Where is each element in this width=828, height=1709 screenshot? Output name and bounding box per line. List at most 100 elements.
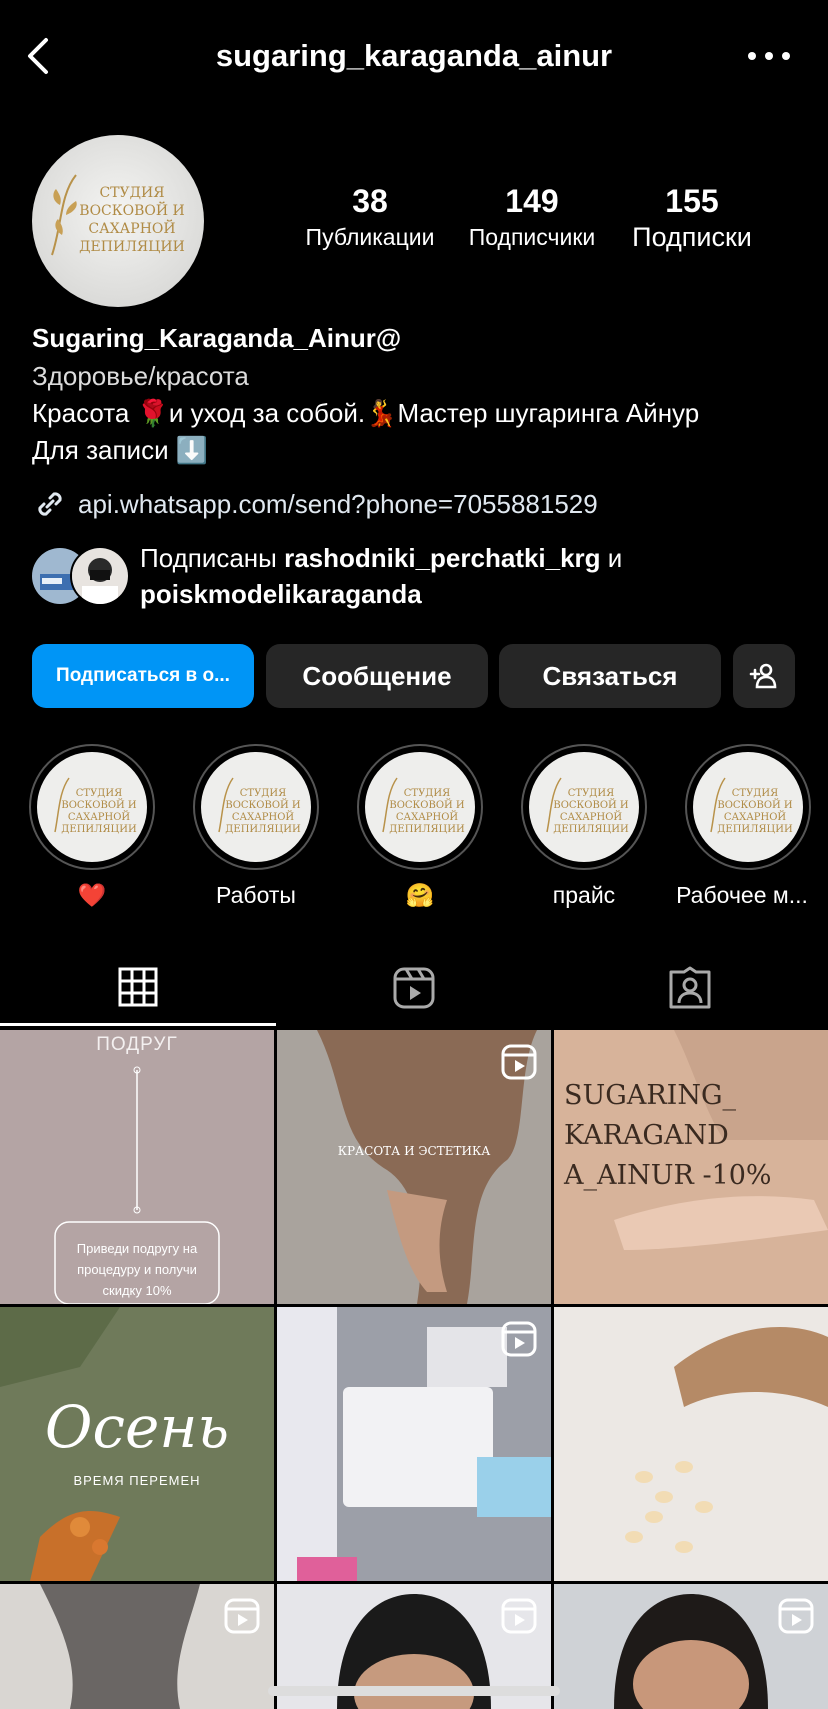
stat-followers-count: 149: [505, 183, 559, 219]
mutual-followers[interactable]: Подписаны rashodniki_perchatki_krg и poi…: [30, 540, 810, 610]
post-caption: SUGARING_ KARAGAND A_AINUR -10%: [564, 1080, 772, 1191]
svg-text:СТУДИЯ: СТУДИЯ: [76, 788, 122, 799]
svg-text:ДЕПИЛЯЦИИ: ДЕПИЛЯЦИИ: [717, 824, 793, 835]
reels-icon: [393, 967, 435, 1009]
more-options-icon[interactable]: [744, 44, 794, 68]
stat-posts-count: 38: [352, 183, 388, 219]
post-tile[interactable]: Осень ВРЕМЯ ПЕРЕМЕН: [0, 1307, 274, 1581]
svg-text:СТУДИЯ: СТУДИЯ: [732, 788, 778, 799]
svg-text:ВОСКОВОЙ И: ВОСКОВОЙ И: [79, 200, 184, 219]
highlight-ring: СТУДИЯ ВОСКОВОЙ И САХАРНОЙ ДЕПИЛЯЦИИ: [29, 744, 155, 870]
highlight-4[interactable]: СТУДИЯ ВОСКОВОЙ И САХАРНОЙ ДЕПИЛЯЦИИ прайс: [519, 744, 649, 910]
studio-logo-image: СТУДИЯ ВОСКОВОЙ И САХАРНОЙ ДЕПИЛЯЦИИ: [32, 135, 204, 307]
post-tile[interactable]: SUGARING_ KARAGAND A_AINUR -10%: [554, 1030, 828, 1304]
svg-text:СТУДИЯ: СТУДИЯ: [99, 185, 164, 201]
highlight-3[interactable]: СТУДИЯ ВОСКОВОЙ И САХАРНОЙ ДЕПИЛЯЦИИ 🤗: [355, 744, 485, 910]
add-person-icon: [749, 663, 777, 689]
link-icon: [38, 492, 62, 516]
highlight-1[interactable]: СТУДИЯ ВОСКОВОЙ И САХАРНОЙ ДЕПИЛЯЦИИ ❤️: [27, 744, 157, 910]
profile-bio-line-2: Для записи ⬇️: [32, 435, 209, 465]
follow-button[interactable]: Подписаться в о...: [32, 644, 254, 708]
message-button[interactable]: Сообщение: [266, 644, 488, 708]
svg-text:СТУДИЯ: СТУДИЯ: [240, 788, 286, 799]
svg-text:ДЕПИЛЯЦИИ: ДЕПИЛЯЦИИ: [225, 824, 301, 835]
svg-text:ВОСКОВОЙ И: ВОСКОВОЙ И: [225, 799, 301, 811]
mutual-user-2[interactable]: poiskmodelikaraganda: [140, 579, 422, 609]
post-tile[interactable]: ПОДРУГ Приведи подругу на процедуру и по…: [0, 1030, 274, 1304]
profile-username-title: sugaring_karaganda_ainur: [215, 38, 613, 73]
home-indicator[interactable]: [268, 1686, 560, 1696]
grid-icon: [118, 967, 158, 1006]
post-caption-title: ПОДРУГ: [96, 1034, 178, 1055]
tab-posts-grid[interactable]: [0, 950, 276, 1026]
highlight-ring: СТУДИЯ ВОСКОВОЙ И САХАРНОЙ ДЕПИЛЯЦИИ: [685, 744, 811, 870]
svg-text:САХАРНОЙ: САХАРНОЙ: [232, 811, 295, 823]
post-caption: КРАСОТА И ЭСТЕТИКА: [337, 1144, 491, 1158]
highlight-ring: СТУДИЯ ВОСКОВОЙ И САХАРНОЙ ДЕПИЛЯЦИИ: [521, 744, 647, 870]
highlight-label: ❤️: [77, 882, 107, 908]
svg-text:ВОСКОВОЙ И: ВОСКОВОЙ И: [553, 799, 629, 811]
svg-text:ДЕПИЛЯЦИИ: ДЕПИЛЯЦИИ: [79, 239, 185, 255]
svg-text:САХАРНОЙ: САХАРНОЙ: [724, 811, 787, 823]
svg-text:ДЕПИЛЯЦИИ: ДЕПИЛЯЦИИ: [61, 824, 137, 835]
stat-followers[interactable]: 149 Подписчики: [452, 182, 612, 254]
stat-following[interactable]: 155 Подписки: [612, 182, 772, 254]
svg-text:САХАРНОЙ: САХАРНОЙ: [396, 811, 459, 823]
stat-followers-label: Подписчики: [468, 224, 596, 250]
highlight-label: прайс: [552, 882, 616, 908]
post-caption-offer: Приведи подругу на процедуру и получи ск…: [76, 1241, 198, 1298]
contact-button[interactable]: Связаться: [499, 644, 721, 708]
reel-indicator-icon: [501, 1044, 537, 1080]
mutual-followers-text: Подписаны rashodniki_perchatki_krg и poi…: [140, 540, 622, 612]
tab-reels[interactable]: [276, 950, 552, 1026]
post-tile[interactable]: [554, 1584, 828, 1709]
profile-display-name: Sugaring_Karaganda_Ainur@: [32, 323, 402, 353]
post-tile[interactable]: КРАСОТА И ЭСТЕТИКА: [277, 1030, 551, 1304]
svg-text:САХАРНОЙ: САХАРНОЙ: [68, 811, 131, 823]
svg-text:ВОСКОВОЙ И: ВОСКОВОЙ И: [389, 799, 465, 811]
post-caption-small: ВРЕМЯ ПЕРЕМЕН: [73, 1473, 201, 1488]
svg-text:САХАРНОЙ: САХАРНОЙ: [560, 811, 623, 823]
post-caption-large: Осень: [44, 1393, 230, 1461]
reel-indicator-icon: [501, 1321, 537, 1357]
post-tile[interactable]: [0, 1584, 274, 1709]
svg-text:САХАРНОЙ: САХАРНОЙ: [88, 218, 175, 237]
highlight-label: Рабочее м...: [676, 882, 808, 908]
mutual-user-1[interactable]: rashodniki_perchatki_krg: [284, 543, 600, 573]
tab-tagged[interactable]: [552, 950, 828, 1026]
highlight-label: 🤗: [405, 882, 435, 908]
profile-link[interactable]: api.whatsapp.com/send?phone=7055881529: [32, 486, 598, 522]
highlight-2[interactable]: СТУДИЯ ВОСКОВОЙ И САХАРНОЙ ДЕПИЛЯЦИИ Работы: [191, 744, 321, 910]
highlight-logo-image: СТУДИЯ ВОСКОВОЙ И САХАРНОЙ ДЕПИЛЯЦИИ: [529, 752, 639, 862]
post-tile[interactable]: [554, 1307, 828, 1581]
highlight-logo-image: СТУДИЯ ВОСКОВОЙ И САХАРНОЙ ДЕПИЛЯЦИИ: [693, 752, 803, 862]
mutual-prefix: Подписаны: [140, 543, 285, 573]
highlight-logo-image: СТУДИЯ ВОСКОВОЙ И САХАРНОЙ ДЕПИЛЯЦИИ: [37, 752, 147, 862]
svg-text:ДЕПИЛЯЦИИ: ДЕПИЛЯЦИИ: [553, 824, 629, 835]
stat-posts[interactable]: 38 Публикации: [290, 182, 450, 254]
reel-indicator-icon: [224, 1598, 260, 1634]
profile-avatar[interactable]: СТУДИЯ ВОСКОВОЙ И САХАРНОЙ ДЕПИЛЯЦИИ: [32, 135, 204, 307]
suggest-people-button[interactable]: [733, 644, 795, 708]
profile-link-text: api.whatsapp.com/send?phone=7055881529: [78, 488, 598, 519]
highlight-ring: СТУДИЯ ВОСКОВОЙ И САХАРНОЙ ДЕПИЛЯЦИИ: [357, 744, 483, 870]
highlight-logo-image: СТУДИЯ ВОСКОВОЙ И САХАРНОЙ ДЕПИЛЯЦИИ: [201, 752, 311, 862]
profile-tabs: [0, 950, 828, 1026]
stat-following-count: 155: [665, 183, 719, 219]
stat-posts-label: Публикации: [305, 224, 435, 250]
highlight-logo-image: СТУДИЯ ВОСКОВОЙ И САХАРНОЙ ДЕПИЛЯЦИИ: [365, 752, 475, 862]
stat-following-label: Подписки: [632, 222, 752, 252]
tagged-person-icon: [669, 966, 711, 1009]
top-bar: sugaring_karaganda_ainur: [0, 0, 828, 112]
highlight-ring: СТУДИЯ ВОСКОВОЙ И САХАРНОЙ ДЕПИЛЯЦИИ: [193, 744, 319, 870]
svg-text:ВОСКОВОЙ И: ВОСКОВОЙ И: [717, 799, 793, 811]
mutual-and: и: [600, 543, 623, 573]
highlight-5[interactable]: СТУДИЯ ВОСКОВОЙ И САХАРНОЙ ДЕПИЛЯЦИИ Рабоче…: [676, 744, 813, 910]
profile-bio-line-1: Красота 🌹и уход за собой.💃Мастер шугарин…: [32, 398, 700, 428]
reel-indicator-icon: [501, 1598, 537, 1634]
svg-text:ДЕПИЛЯЦИИ: ДЕПИЛЯЦИИ: [389, 824, 465, 835]
post-tile[interactable]: [277, 1307, 551, 1581]
svg-text:СТУДИЯ: СТУДИЯ: [404, 788, 450, 799]
svg-text:СТУДИЯ: СТУДИЯ: [568, 788, 614, 799]
reel-indicator-icon: [778, 1598, 814, 1634]
